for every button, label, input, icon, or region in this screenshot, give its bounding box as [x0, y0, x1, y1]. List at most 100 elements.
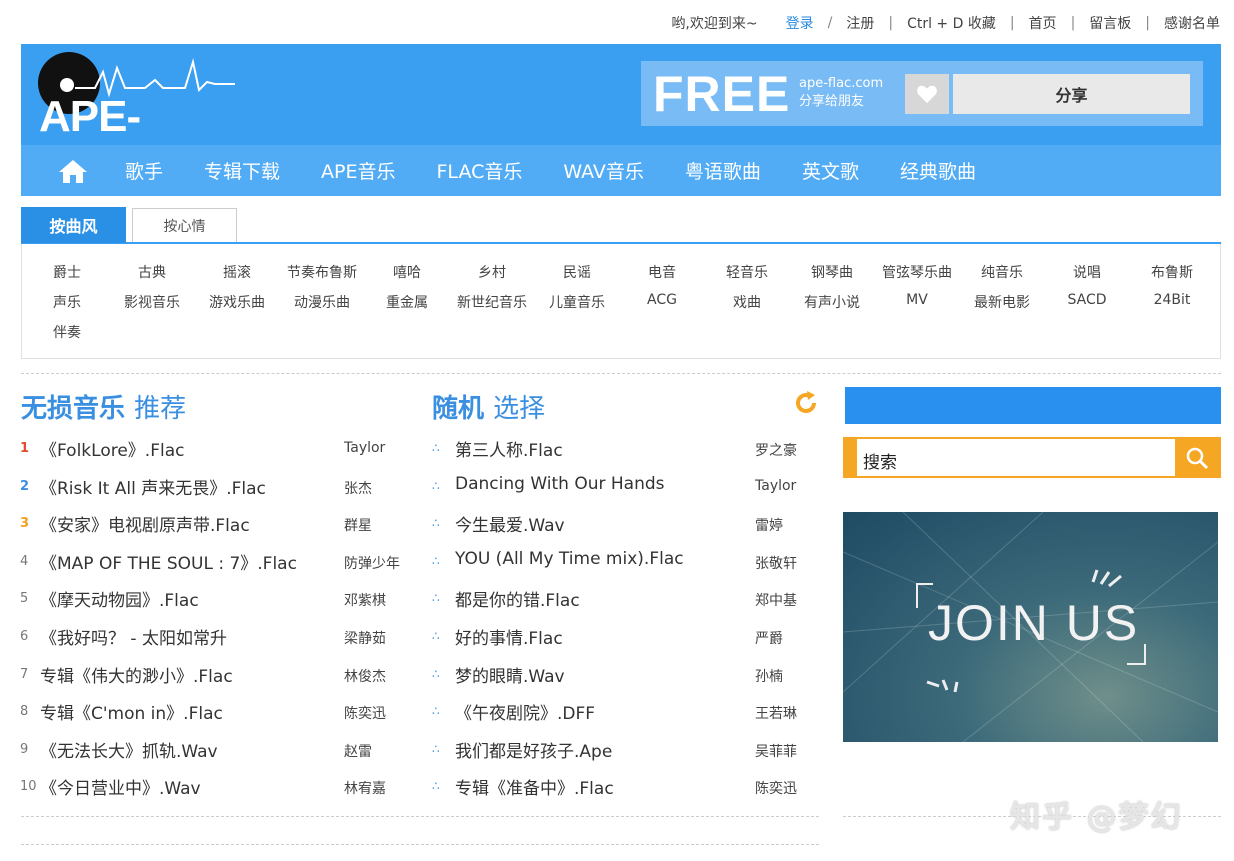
artist-link[interactable]: 张敬轩 [755, 553, 797, 573]
nav-item-singers[interactable]: 歌手 [125, 157, 163, 184]
random-item-link[interactable]: 梦的眼睛.Wav [455, 662, 565, 687]
genre-link[interactable]: 动漫乐曲 [277, 292, 367, 312]
random-item-link[interactable]: 《午夜剧院》.DFF [455, 699, 595, 724]
genre-link[interactable]: 新世纪音乐 [447, 292, 537, 312]
random-item-link[interactable]: 今生最爱.Wav [455, 511, 565, 536]
search-input[interactable]: 搜索 [863, 448, 897, 473]
artist-link[interactable]: Taylor [344, 440, 385, 456]
artist-link[interactable]: 防弹少年 [344, 553, 400, 573]
random-item-link[interactable]: Dancing With Our Hands [455, 474, 665, 494]
artist-link[interactable]: 林宥嘉 [344, 778, 386, 798]
random-item-link[interactable]: YOU (All My Time mix).Flac [455, 549, 684, 569]
recommend-item-link[interactable]: 专辑《伟大的渺小》.Flac [40, 662, 233, 687]
artist-link[interactable]: 陈奕迅 [755, 778, 797, 798]
genre-link[interactable]: 布鲁斯 [1127, 262, 1217, 282]
artist-link[interactable]: 孙楠 [755, 666, 783, 686]
genre-link[interactable]: 嘻哈 [362, 262, 452, 282]
bookmark-link[interactable]: Ctrl + D 收藏 [907, 13, 996, 33]
recommend-item-link[interactable]: 《我好吗？ - 太阳如常升 [40, 624, 227, 649]
heart-icon [917, 85, 937, 104]
artist-link[interactable]: 张杰 [344, 478, 372, 498]
genre-link[interactable]: MV [872, 292, 962, 308]
thanks-link[interactable]: 感谢名单 [1164, 13, 1220, 33]
random-item-link[interactable]: 我们都是好孩子.Ape [455, 737, 612, 762]
refresh-icon[interactable] [793, 390, 819, 416]
random-item-link[interactable]: 好的事情.Flac [455, 624, 563, 649]
artist-link[interactable]: 严爵 [755, 628, 783, 648]
site-logo[interactable]: APE-FLAC [35, 50, 245, 191]
home-link[interactable]: 首页 [1029, 13, 1057, 33]
tab-by-mood[interactable]: 按心情 [132, 208, 237, 242]
genre-link[interactable]: 乡村 [447, 262, 537, 282]
artist-link[interactable]: 罗之豪 [755, 440, 797, 460]
search-icon [1186, 447, 1209, 469]
nav-item-albums[interactable]: 专辑下载 [204, 157, 280, 184]
random-item-link[interactable]: 第三人称.Flac [455, 436, 563, 461]
genre-link[interactable]: 说唱 [1042, 262, 1132, 282]
genre-link[interactable]: 爵士 [22, 262, 112, 282]
genre-link[interactable]: 伴奏 [22, 322, 112, 342]
divider [21, 816, 819, 817]
tab-by-style[interactable]: 按曲风 [21, 207, 126, 243]
watermark: 知乎 @梦幻 [1010, 800, 1183, 835]
genre-link[interactable]: SACD [1042, 292, 1132, 308]
recommend-item-link[interactable]: 专辑《C'mon in》.Flac [40, 699, 223, 724]
genre-link[interactable]: 影视音乐 [107, 292, 197, 312]
search-button[interactable] [1175, 439, 1219, 476]
genre-link[interactable]: 游戏乐曲 [192, 292, 282, 312]
nav-item-english[interactable]: 英文歌 [802, 157, 859, 184]
recommend-item-link[interactable]: 《MAP OF THE SOUL : 7》.Flac [40, 549, 297, 574]
random-title: 随机 选择 [432, 388, 545, 425]
random-item-link[interactable]: 都是你的错.Flac [455, 586, 580, 611]
artist-link[interactable]: 梁静茹 [344, 628, 386, 648]
nav-home[interactable] [21, 145, 125, 196]
recommend-item-link[interactable]: 《今日营业中》.Wav [40, 774, 201, 799]
artist-link[interactable]: 邓紫棋 [344, 590, 386, 610]
random-item-link[interactable]: 专辑《准备中》.Flac [455, 774, 614, 799]
artist-link[interactable]: 郑中基 [755, 590, 797, 610]
genre-link[interactable]: 电音 [617, 262, 707, 282]
genre-link[interactable]: 钢琴曲 [787, 262, 877, 282]
heart-button[interactable] [905, 74, 949, 114]
genre-link[interactable]: 管弦琴乐曲 [872, 262, 962, 282]
artist-link[interactable]: 吴菲菲 [755, 741, 797, 761]
guestbook-link[interactable]: 留言板 [1089, 13, 1131, 33]
nav-item-cantonese[interactable]: 粤语歌曲 [685, 157, 761, 184]
genre-link[interactable]: 节奏布鲁斯 [277, 262, 367, 282]
artist-link[interactable]: Taylor [755, 478, 796, 494]
genre-link[interactable]: 重金属 [362, 292, 452, 312]
artist-link[interactable]: 雷婷 [755, 515, 783, 535]
genre-link[interactable]: 有声小说 [787, 292, 877, 312]
genre-link[interactable]: 轻音乐 [702, 262, 792, 282]
recommend-title-light: 推荐 [134, 394, 187, 424]
genre-link[interactable]: 摇滚 [192, 262, 282, 282]
artist-link[interactable]: 赵雷 [344, 741, 372, 761]
genre-link[interactable]: 民谣 [532, 262, 622, 282]
nav-item-wav[interactable]: WAV音乐 [563, 157, 644, 184]
artist-link[interactable]: 群星 [344, 515, 372, 535]
genre-link[interactable]: 儿童音乐 [532, 292, 622, 312]
genre-link[interactable]: 戏曲 [702, 292, 792, 312]
sidebar-header-bar [845, 387, 1221, 424]
recommend-item-link[interactable]: 《FolkLore》.Flac [40, 436, 184, 461]
recommend-item-link[interactable]: 《无法长大》抓轨.Wav [40, 737, 218, 762]
recommend-item-link[interactable]: 《Risk It All 声来无畏》.Flac [40, 474, 266, 499]
genre-link[interactable]: 24Bit [1127, 292, 1217, 308]
register-link[interactable]: 注册 [846, 13, 874, 33]
share-button[interactable]: 分享 [953, 74, 1190, 114]
artist-link[interactable]: 林俊杰 [344, 666, 386, 686]
join-us-banner[interactable]: JOIN US [843, 512, 1218, 742]
genre-link[interactable]: ACG [617, 292, 707, 308]
genre-link[interactable]: 最新电影 [957, 292, 1047, 312]
nav-item-classic[interactable]: 经典歌曲 [900, 157, 976, 184]
nav-item-ape[interactable]: APE音乐 [321, 157, 395, 184]
recommend-item-link[interactable]: 《摩天动物园》.Flac [40, 586, 199, 611]
artist-link[interactable]: 陈奕迅 [344, 703, 386, 723]
genre-link[interactable]: 纯音乐 [957, 262, 1047, 282]
recommend-item-link[interactable]: 《安家》电视剧原声带.Flac [40, 511, 250, 536]
genre-link[interactable]: 声乐 [22, 292, 112, 312]
genre-link[interactable]: 古典 [107, 262, 197, 282]
artist-link[interactable]: 王若琳 [755, 703, 797, 723]
login-link[interactable]: 登录 [786, 13, 814, 33]
nav-item-flac[interactable]: FLAC音乐 [437, 157, 523, 184]
